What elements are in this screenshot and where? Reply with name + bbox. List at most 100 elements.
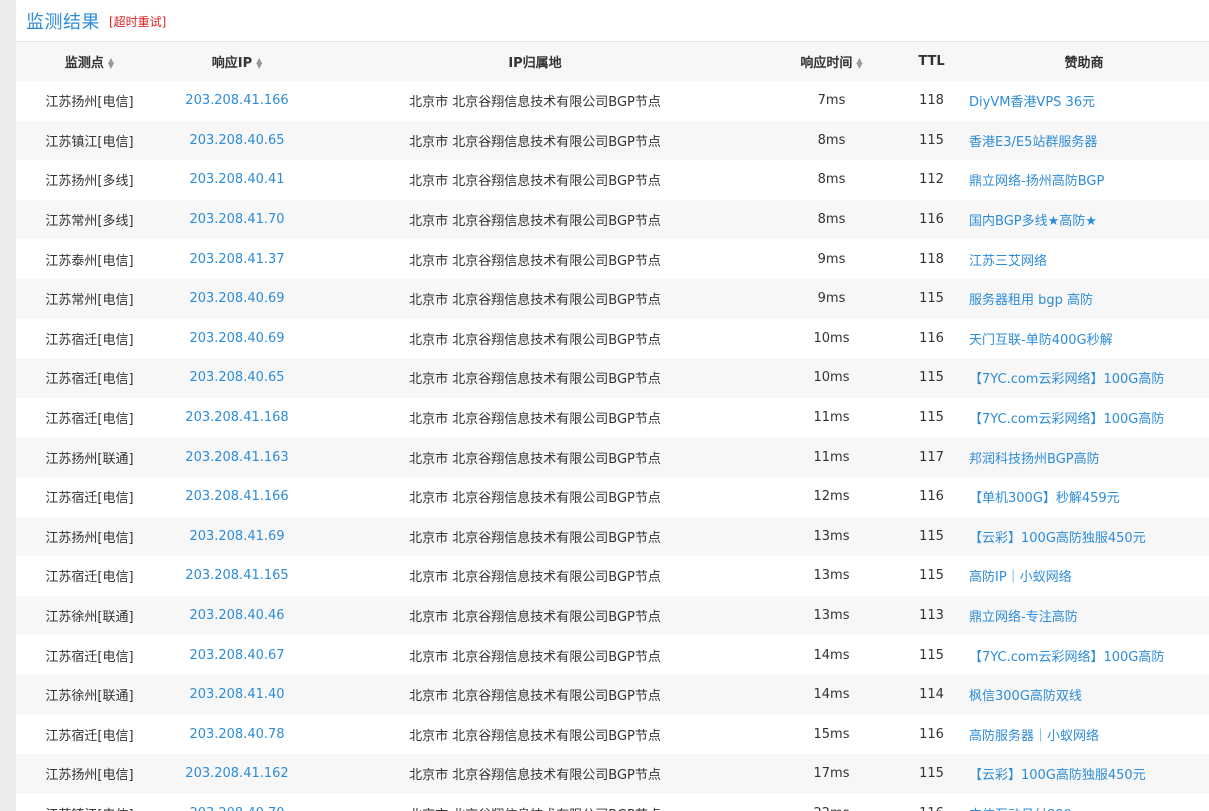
response-ip-link[interactable]: 203.208.41.40 — [189, 687, 284, 702]
cell-monitor-point: 江苏扬州[电信] — [45, 530, 134, 546]
column-header-label: 赞助商 — [1064, 56, 1104, 71]
cell-ip-location: 北京市 北京谷翔信息技术有限公司BGP节点 — [409, 768, 661, 784]
table-row: 江苏宿迁[电信] 203.208.40.65 北京市 北京谷翔信息技术有限公司BGP… — [16, 358, 1209, 398]
cell-monitor-point: 江苏常州[电信] — [45, 293, 134, 309]
cell-response-time: 11ms — [813, 410, 850, 426]
response-ip-link[interactable]: 203.208.41.70 — [189, 212, 284, 227]
table-row: 江苏徐州[联通] 203.208.40.46 北京市 北京谷翔信息技术有限公司BGP… — [16, 595, 1209, 636]
sponsor-link[interactable]: 高防IP｜小蚁网络 — [969, 570, 1072, 585]
cell-monitor-point: 江苏宿迁[电信] — [45, 372, 134, 388]
sponsor-link[interactable]: 【7YC.com云彩网络】100G高防 — [969, 412, 1164, 427]
table-row: 江苏扬州[多线] 203.208.40.41 北京市 北京谷翔信息技术有限公司BGP… — [16, 160, 1209, 200]
cell-ttl: 115 — [919, 647, 944, 663]
cell-sponsor: 【7YC.com云彩网络】100G高防 — [959, 358, 1209, 398]
sponsor-link[interactable]: 【7YC.com云彩网络】100G高防 — [969, 650, 1164, 665]
sponsor-link[interactable]: 香港E3/E5站群服务器 — [969, 135, 1097, 150]
sponsor-link[interactable]: 鼎立网络-专注高防 — [969, 610, 1078, 625]
response-ip-link[interactable]: 203.208.41.165 — [185, 568, 288, 583]
cell-response-time: 13ms — [813, 568, 850, 584]
cell-sponsor: 中信互动月付880 — [959, 794, 1209, 811]
cell-monitor-point: 江苏宿迁[电信] — [45, 332, 134, 348]
cell-ip-location: 北京市 北京谷翔信息技术有限公司BGP节点 — [409, 491, 661, 507]
column-header-ip[interactable]: 响应IP ▲ ▼ — [163, 42, 311, 81]
cell-ttl: 117 — [919, 449, 944, 465]
timeout-retry-link[interactable]: [超时重试] — [109, 13, 166, 30]
cell-ttl: 118 — [919, 93, 944, 109]
response-ip-link[interactable]: 203.208.40.70 — [189, 806, 284, 811]
cell-sponsor: 鼎立网络-扬州高防BGP — [959, 160, 1209, 200]
cell-response-time: 8ms — [817, 132, 846, 148]
cell-sponsor: 服务器租用 bgp 高防 — [959, 279, 1209, 319]
cell-response-time: 10ms — [813, 330, 850, 346]
cell-ttl: 118 — [919, 251, 944, 267]
cell-monitor-point: 江苏宿迁[电信] — [45, 570, 134, 586]
sort-icon[interactable]: ▲ ▼ — [108, 56, 114, 69]
cell-sponsor: 高防服务器｜小蚁网络 — [959, 715, 1209, 755]
table-row: 江苏扬州[电信] 203.208.41.166 北京市 北京谷翔信息技术有限公司BG… — [16, 81, 1209, 121]
cell-ttl: 116 — [919, 330, 944, 346]
sponsor-link[interactable]: 【云彩】100G高防独服450元 — [969, 768, 1146, 783]
response-ip-link[interactable]: 203.208.40.46 — [189, 608, 284, 623]
column-header-point[interactable]: 监测点 ▲ ▼ — [16, 42, 163, 81]
table-row: 江苏扬州[电信] 203.208.41.69 北京市 北京谷翔信息技术有限公司BGP… — [16, 516, 1209, 557]
sponsor-link[interactable]: 高防服务器｜小蚁网络 — [969, 729, 1099, 744]
cell-response-time: 11ms — [813, 449, 850, 465]
response-ip-link[interactable]: 203.208.40.41 — [189, 172, 284, 187]
table-row: 江苏宿迁[电信] 203.208.40.67 北京市 北京谷翔信息技术有限公司BGP… — [16, 635, 1209, 675]
cell-monitor-point: 江苏镇江[电信] — [45, 134, 134, 150]
cell-ttl: 116 — [919, 726, 944, 742]
response-ip-link[interactable]: 203.208.41.162 — [185, 766, 288, 781]
sponsor-link[interactable]: 邦润科技扬州BGP高防 — [969, 452, 1100, 467]
response-ip-link[interactable]: 203.208.41.163 — [185, 450, 288, 465]
sponsor-link[interactable]: DiyVM香港VPS 36元 — [969, 95, 1095, 110]
response-ip-link[interactable]: 203.208.40.78 — [189, 727, 284, 742]
cell-monitor-point: 江苏宿迁[电信] — [45, 491, 134, 507]
cell-ttl: 113 — [919, 608, 944, 624]
cell-ttl: 115 — [919, 528, 944, 544]
cell-response-time: 14ms — [813, 647, 850, 663]
sort-icon[interactable]: ▲ ▼ — [256, 56, 262, 69]
sponsor-link[interactable]: 服务器租用 bgp 高防 — [969, 293, 1093, 308]
cell-response-ip: 203.208.40.69 — [163, 279, 311, 319]
sponsor-link[interactable]: 枫信300G高防双线 — [969, 689, 1082, 704]
sponsor-link[interactable]: 国内BGP多线★高防★ — [969, 214, 1097, 229]
cell-monitor-point: 江苏扬州[多线] — [45, 174, 134, 190]
cell-response-ip: 203.208.41.162 — [163, 754, 311, 794]
response-ip-link[interactable]: 203.208.41.37 — [189, 252, 284, 267]
cell-monitor-point: 江苏宿迁[电信] — [45, 649, 134, 665]
column-header-label: IP归属地 — [508, 56, 562, 71]
cell-response-time: 9ms — [817, 251, 846, 267]
cell-ip-location: 北京市 北京谷翔信息技术有限公司BGP节点 — [409, 174, 661, 190]
response-ip-link[interactable]: 203.208.41.69 — [189, 529, 284, 544]
table-row: 江苏常州[电信] 203.208.40.69 北京市 北京谷翔信息技术有限公司BGP… — [16, 278, 1209, 319]
response-ip-link[interactable]: 203.208.40.65 — [189, 133, 284, 148]
cell-sponsor: 【云彩】100G高防独服450元 — [959, 517, 1209, 557]
cell-sponsor: 枫信300G高防双线 — [959, 675, 1209, 715]
response-ip-link[interactable]: 203.208.40.65 — [189, 370, 284, 385]
response-ip-link[interactable]: 203.208.41.166 — [185, 489, 288, 504]
cell-ip-location: 北京市 北京谷翔信息技术有限公司BGP节点 — [409, 610, 661, 626]
response-ip-link[interactable]: 203.208.41.166 — [185, 93, 288, 108]
response-ip-link[interactable]: 203.208.40.69 — [189, 331, 284, 346]
column-header-time[interactable]: 响应时间 ▲ ▼ — [759, 42, 904, 81]
response-ip-link[interactable]: 203.208.40.69 — [189, 291, 284, 306]
sponsor-link[interactable]: 天门互联-单防400G秒解 — [969, 333, 1113, 348]
response-ip-link[interactable]: 203.208.40.67 — [189, 648, 284, 663]
sponsor-link[interactable]: 鼎立网络-扬州高防BGP — [969, 174, 1104, 189]
cell-response-ip: 203.208.41.168 — [163, 398, 311, 438]
response-ip-link[interactable]: 203.208.41.168 — [185, 410, 288, 425]
sort-icon[interactable]: ▲ ▼ — [856, 56, 862, 69]
cell-sponsor: 天门互联-单防400G秒解 — [959, 319, 1209, 359]
cell-monitor-point: 江苏徐州[联通] — [45, 689, 134, 705]
cell-monitor-point: 江苏扬州[联通] — [45, 451, 134, 467]
sponsor-link[interactable]: 江苏三艾网络 — [969, 254, 1047, 269]
cell-ttl: 112 — [919, 172, 944, 188]
sponsor-link[interactable]: 【7YC.com云彩网络】100G高防 — [969, 372, 1164, 387]
sponsor-link[interactable]: 【云彩】100G高防独服450元 — [969, 531, 1146, 546]
table-row: 江苏镇江[电信] 203.208.40.65 北京市 北京谷翔信息技术有限公司BGP… — [16, 120, 1209, 161]
results-panel: 监测结果 [超时重试] 监测点 ▲ ▼ 响应IP ▲ ▼ IP归属地 响应时间 ▲ ▼ TT… — [16, 0, 1209, 811]
sponsor-link[interactable]: 【单机300G】秒解459元 — [969, 491, 1120, 506]
table-row: 江苏宿迁[电信] 203.208.41.168 北京市 北京谷翔信息技术有限公司BG… — [16, 398, 1209, 438]
table-row: 江苏宿迁[电信] 203.208.40.78 北京市 北京谷翔信息技术有限公司BGP… — [16, 715, 1209, 755]
cell-ip-location: 北京市 北京谷翔信息技术有限公司BGP节点 — [409, 412, 661, 428]
